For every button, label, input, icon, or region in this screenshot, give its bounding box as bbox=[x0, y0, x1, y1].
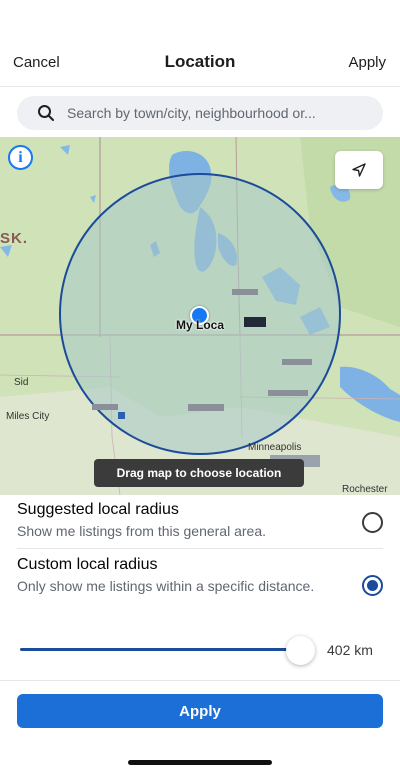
obscured-label bbox=[188, 404, 224, 411]
obscured-label bbox=[282, 359, 312, 365]
custom-radius-description: Only show me listings within a specific … bbox=[17, 578, 315, 594]
place-label-rochester: Rochester bbox=[342, 484, 388, 495]
custom-radius-radio[interactable] bbox=[362, 575, 383, 596]
search-icon bbox=[38, 105, 54, 121]
locate-button[interactable] bbox=[335, 151, 383, 189]
header-apply-button[interactable]: Apply bbox=[348, 54, 386, 71]
search-input[interactable] bbox=[67, 96, 373, 130]
info-icon[interactable]: i bbox=[8, 145, 33, 170]
footer-divider bbox=[0, 680, 400, 681]
obscured-label bbox=[232, 289, 258, 295]
custom-radius-option[interactable]: Custom local radius Only show me listing… bbox=[0, 549, 400, 619]
drag-map-hint: Drag map to choose location bbox=[94, 459, 304, 487]
map-view[interactable]: SK. Sid Miles City Minneapolis Rochester… bbox=[0, 137, 400, 495]
my-location-label: My Loca bbox=[176, 318, 225, 332]
home-indicator bbox=[128, 760, 272, 765]
obscured-label bbox=[244, 317, 266, 327]
obscured-label bbox=[118, 412, 125, 419]
suggested-radius-title: Suggested local radius bbox=[17, 501, 179, 518]
slider-thumb[interactable] bbox=[286, 636, 315, 665]
slider-track bbox=[20, 648, 300, 651]
place-label-miles-city: Miles City bbox=[6, 411, 50, 422]
apply-button[interactable]: Apply bbox=[17, 694, 383, 728]
suggested-radius-description: Show me listings from this general area. bbox=[17, 523, 266, 539]
custom-radius-title: Custom local radius bbox=[17, 556, 158, 573]
place-label-sid: Sid bbox=[14, 377, 29, 388]
page-title: Location bbox=[164, 52, 236, 71]
radius-value: 402 km bbox=[327, 642, 373, 658]
place-label-minneapolis: Minneapolis bbox=[248, 442, 302, 453]
radius-slider[interactable] bbox=[20, 635, 320, 665]
navigation-arrow-icon bbox=[352, 163, 366, 177]
search-bar[interactable] bbox=[17, 96, 383, 130]
obscured-label bbox=[268, 390, 308, 396]
obscured-label bbox=[92, 404, 118, 410]
header: Cancel Location Apply bbox=[0, 44, 400, 84]
suggested-radius-option[interactable]: Suggested local radius Show me listings … bbox=[0, 495, 400, 548]
region-label: SK. bbox=[0, 230, 29, 247]
suggested-radius-radio[interactable] bbox=[362, 512, 383, 533]
header-divider bbox=[0, 86, 400, 87]
